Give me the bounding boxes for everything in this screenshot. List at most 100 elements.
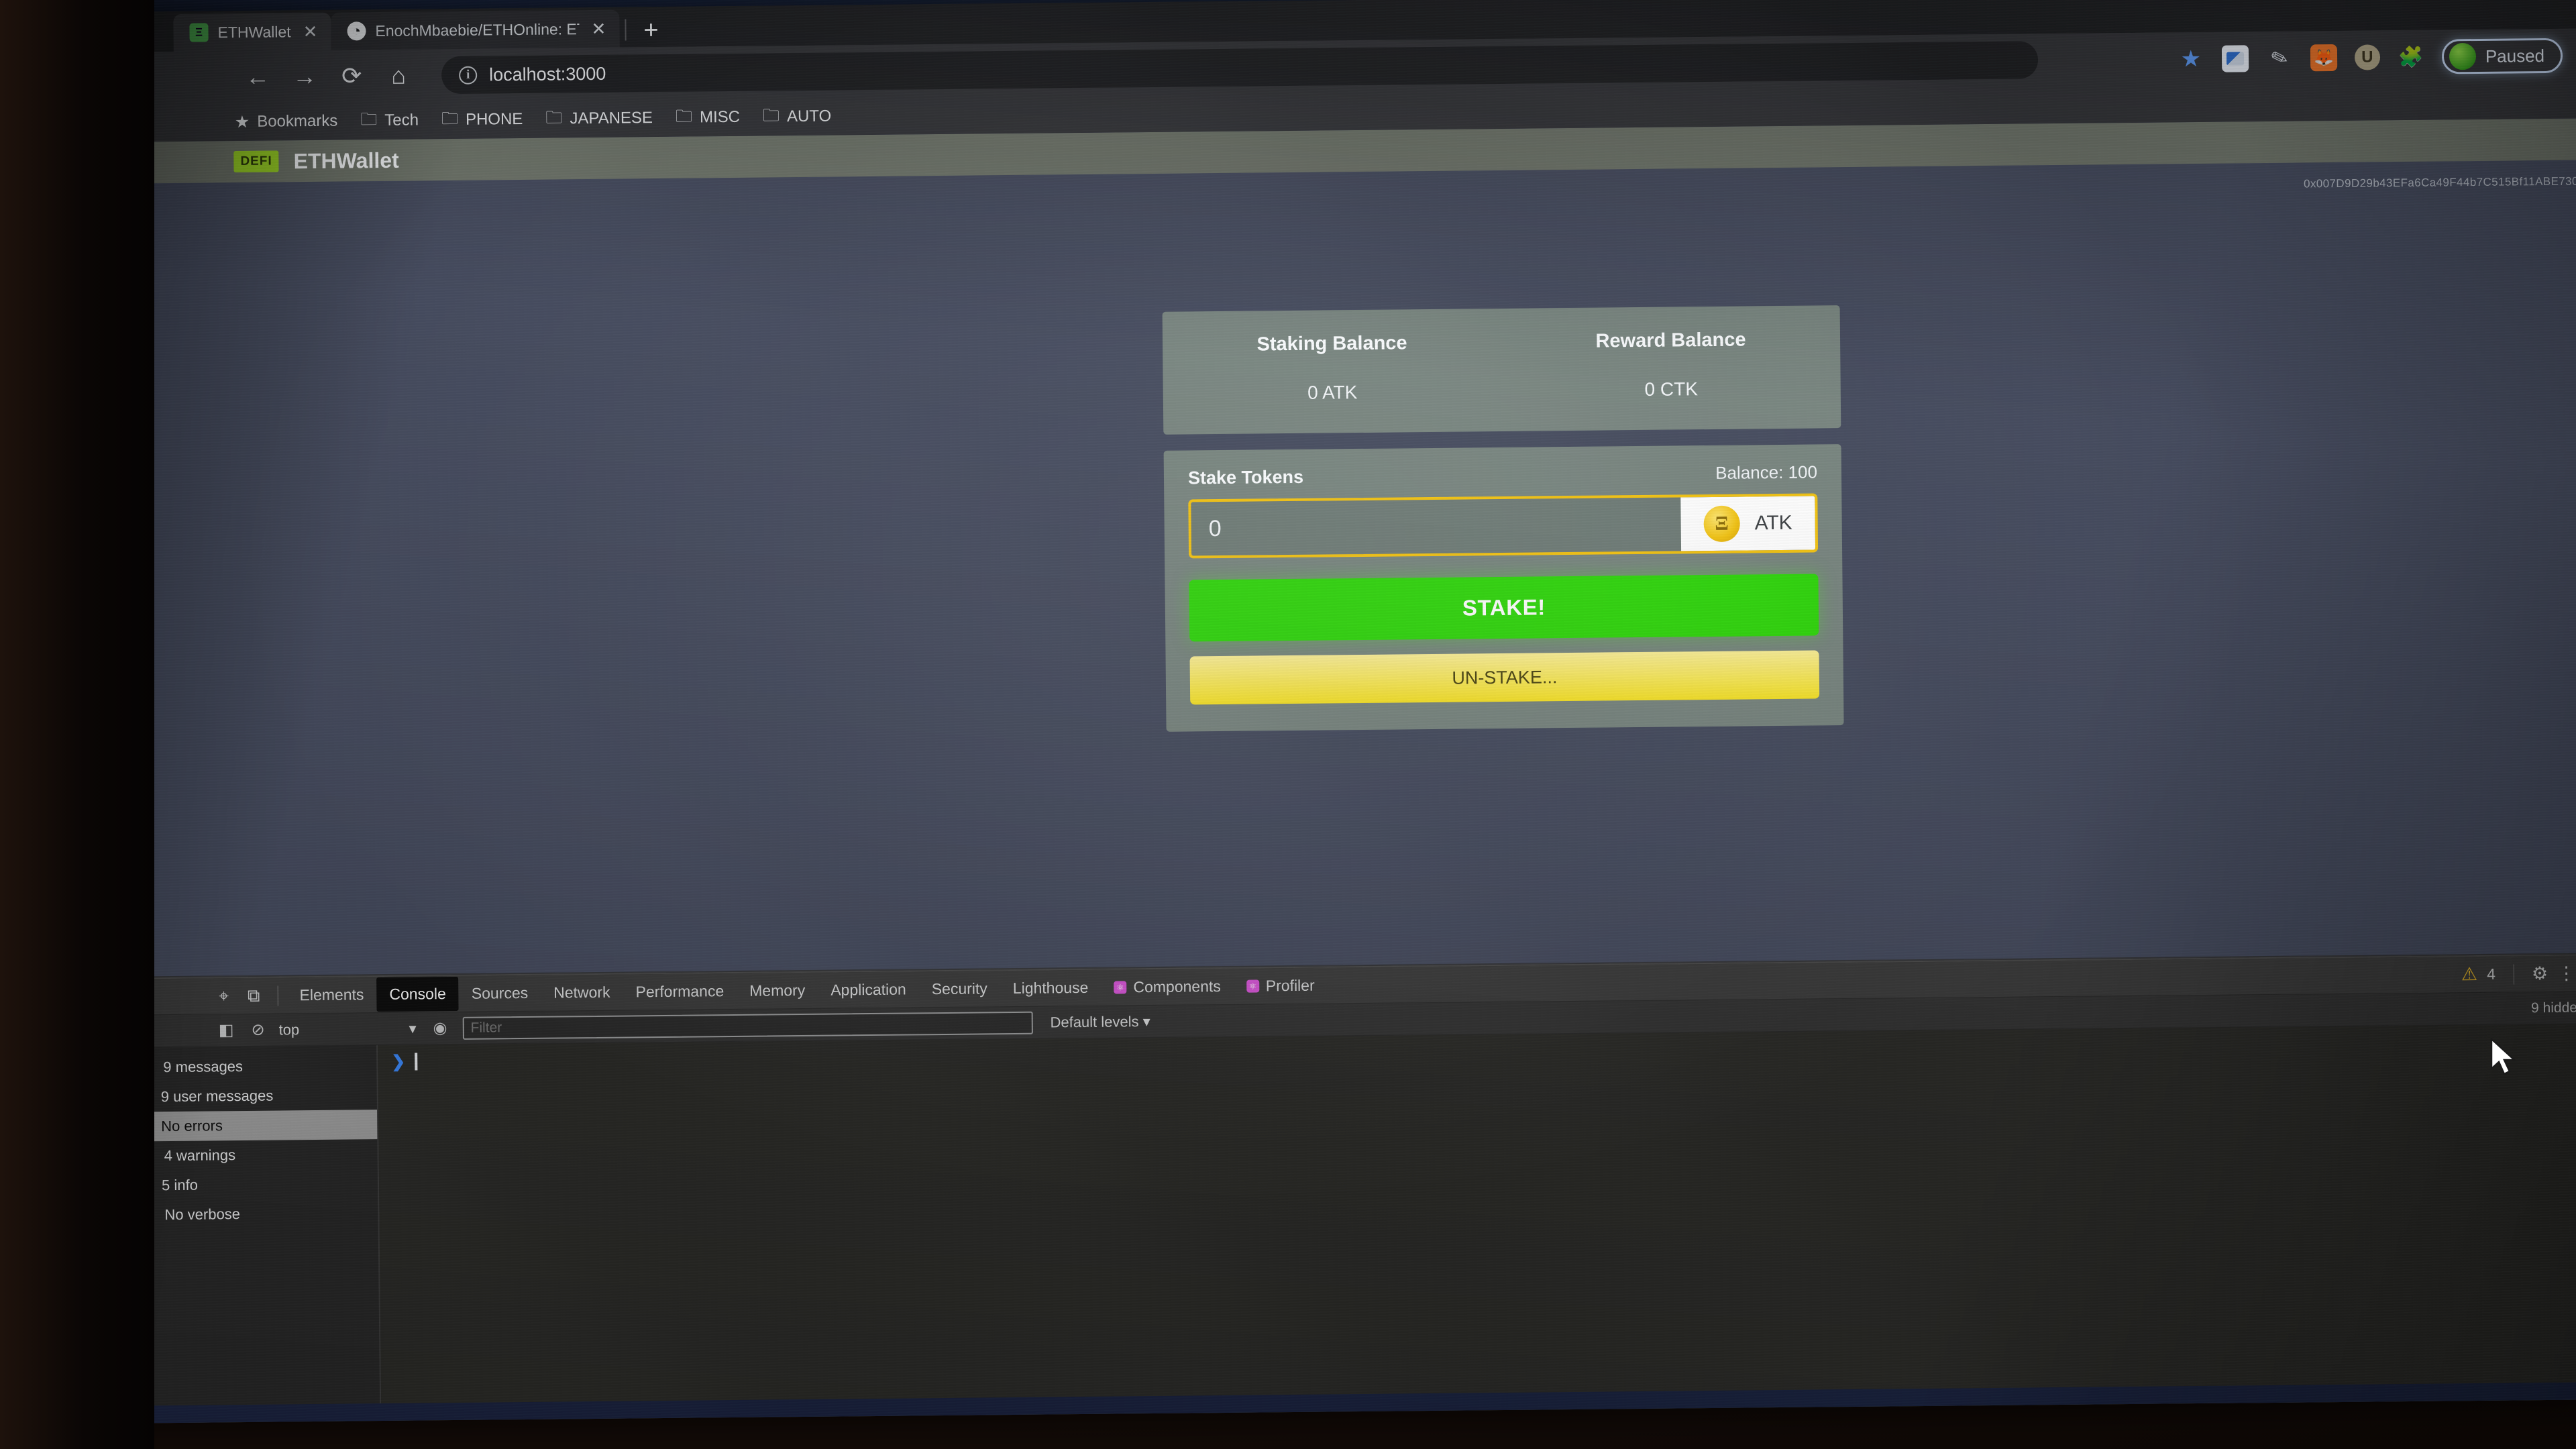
eyedropper-extension-icon[interactable]: ✎ (2263, 41, 2297, 75)
token-symbol-label: ATK (1754, 511, 1792, 535)
bookmark-label: MISC (699, 107, 741, 127)
devtools-divider (277, 985, 279, 1006)
monitor-bezel (0, 0, 154, 1449)
bookmark-label: PHONE (465, 109, 523, 129)
gear-icon[interactable]: ⚙ (2532, 963, 2548, 984)
bookmark-item-auto[interactable]: 🗀 AUTO (763, 102, 832, 131)
close-icon[interactable]: ✕ (588, 18, 608, 39)
sidebar-item-label: 9 user messages (160, 1087, 274, 1106)
console-output[interactable]: ❯ (378, 1024, 2576, 1424)
sidebar-item-label: No verbose (164, 1205, 241, 1224)
tab-network[interactable]: Network (541, 975, 623, 1010)
execution-context-value: top (278, 1020, 300, 1038)
metamask-extension-icon[interactable]: 🦊 (2310, 44, 2338, 72)
more-options-icon[interactable]: ⋮ (2557, 963, 2576, 984)
ublock-extension-icon[interactable]: U (2354, 44, 2381, 70)
folder-icon: 🗀 (675, 107, 693, 126)
tab-lighthouse[interactable]: Lighthouse (1000, 971, 1102, 1006)
log-levels-value: Default levels (1050, 1012, 1139, 1030)
log-levels-select[interactable]: Default levels ▾ (1039, 1013, 1150, 1032)
star-icon: ★ (234, 112, 250, 132)
execution-context-select[interactable]: top ▾ (273, 1020, 424, 1038)
staking-balance-value: 0 ATK (1307, 382, 1358, 403)
bookmark-item-tech[interactable]: 🗀 Tech (360, 106, 419, 136)
bookmark-label: AUTO (786, 107, 832, 126)
page-viewport: DEFI ETHWallet 0x007D9D29b43EFa6Ca49F44b… (101, 118, 2576, 977)
atk-token-icon: Ξ (1703, 505, 1740, 543)
back-icon[interactable]: ← (244, 63, 271, 91)
bookmark-item-misc[interactable]: 🗀 MISC (676, 103, 740, 132)
device-toolbar-icon[interactable]: ⧉ (238, 985, 270, 1006)
browser-toolbar-right: ★ ✎ 🦊 U 🧩 Paused (2178, 38, 2563, 77)
bookmark-item-bookmarks[interactable]: ★ Bookmarks (235, 111, 338, 132)
console-body: ▶ ☰ 9 messages ▶ ☻ 9 user messages ▶ ✕ N… (109, 1024, 2576, 1424)
avatar (2449, 42, 2477, 70)
tab-memory[interactable]: Memory (737, 973, 818, 1008)
stake-amount-row: Ξ ATK (1188, 493, 1819, 559)
address-bar-url: localhost:3000 (489, 63, 606, 85)
bookmark-label: JAPANESE (570, 109, 653, 128)
warning-icon[interactable]: ⚠ (2461, 964, 2478, 985)
sidebar-item-label: No errors (161, 1117, 223, 1135)
screen-photo: — ≡ ⧉ ⌁ ⏱ 11:07:00 AM ⌕ ◉ ☰ Ξ ETHWallet … (0, 0, 2576, 1449)
react-badge-icon: ⚛ (1114, 981, 1127, 994)
tab-application[interactable]: Application (818, 972, 919, 1007)
chevron-down-icon: ▾ (409, 1020, 417, 1037)
folder-icon: 🗀 (762, 105, 780, 125)
console-sidebar-toggle-icon[interactable]: ◧ (210, 1020, 243, 1040)
tab-profiler[interactable]: ⚛ Profiler (1234, 968, 1328, 1003)
console-filter-input[interactable] (462, 1011, 1033, 1040)
clear-console-icon[interactable]: ⊘ (242, 1020, 273, 1040)
home-icon[interactable]: ⌂ (385, 62, 412, 89)
new-tab-button[interactable]: + (631, 16, 671, 48)
wallet-balance-label: Balance: 100 (1715, 462, 1818, 483)
sidebar-item-label: 5 info (161, 1176, 198, 1194)
screenshot-extension-icon[interactable] (2221, 45, 2249, 72)
sidebar-item-label: 9 messages (163, 1058, 244, 1076)
bookmark-label: Tech (384, 111, 419, 129)
live-expression-eye-icon[interactable]: ◉ (424, 1018, 455, 1038)
chevron-down-icon: ▾ (1142, 1012, 1150, 1030)
tab-profiler-label: Profiler (1265, 976, 1315, 995)
staking-balance-label: Staking Balance (1256, 332, 1407, 356)
unstake-button[interactable]: UN-STAKE... (1189, 650, 1820, 705)
reward-balance-block: Reward Balance 0 CTK (1501, 328, 1841, 402)
github-icon: ◔ (347, 21, 366, 41)
console-prompt-chevron-icon: ❯ (391, 1052, 406, 1071)
stake-button[interactable]: STAKE! (1189, 574, 1819, 642)
wallet-address: 0x007D9D29b43EFa6Ca49F44b7C515Bf11ABE730 (2303, 174, 2576, 191)
tab-sources[interactable]: Sources (459, 976, 541, 1011)
stake-amount-input[interactable] (1191, 497, 1682, 556)
browser-tab-ethwallet[interactable]: Ξ ETHWallet ✕ (173, 12, 331, 52)
tab-components[interactable]: ⚛ Components (1101, 969, 1234, 1005)
devtools-panel: ⌖ ⧉ Elements Console Sources Network Per… (109, 954, 2576, 1424)
bookmark-star-icon[interactable]: ★ (2178, 46, 2204, 72)
tab-performance[interactable]: Performance (623, 974, 737, 1010)
text-cursor (415, 1053, 418, 1071)
monitor-screen: — ≡ ⧉ ⌁ ⏱ 11:07:00 AM ⌕ ◉ ☰ Ξ ETHWallet … (99, 0, 2576, 1424)
tab-components-label: Components (1133, 977, 1221, 996)
wallet-green-icon: Ξ (189, 23, 209, 42)
profile-paused-button[interactable]: Paused (2441, 38, 2563, 74)
tab-security[interactable]: Security (919, 971, 1001, 1006)
site-info-icon[interactable]: i (459, 66, 478, 85)
tab-console[interactable]: Console (376, 976, 460, 1012)
close-icon[interactable]: ✕ (300, 21, 320, 42)
stake-form-header: Stake Tokens Balance: 100 (1188, 462, 1817, 488)
bookmark-item-phone[interactable]: 🗀 PHONE (441, 105, 523, 134)
tab-elements[interactable]: Elements (286, 977, 376, 1012)
token-selector[interactable]: Ξ ATK (1680, 496, 1816, 551)
reload-icon[interactable]: ⟳ (338, 62, 365, 89)
bookmark-label: Bookmarks (257, 111, 338, 131)
extensions-puzzle-icon[interactable]: 🧩 (2398, 44, 2424, 70)
browser-tab-github[interactable]: ◔ EnochMbaebie/ETHOnline: ETH ✕ (331, 9, 620, 50)
folder-icon: 🗀 (545, 107, 563, 127)
browser-tab-title: EnochMbaebie/ETHOnline: ETH (375, 19, 580, 40)
sidebar-item-label: 4 warnings (164, 1146, 236, 1165)
forward-icon[interactable]: → (291, 62, 318, 90)
bookmark-item-japanese[interactable]: 🗀 JAPANESE (545, 104, 653, 134)
inspect-element-icon[interactable]: ⌖ (209, 985, 238, 1007)
profile-status-label: Paused (2485, 45, 2545, 66)
address-bar[interactable]: i localhost:3000 (441, 41, 2039, 95)
hidden-messages-note: 9 hidden (2530, 999, 2576, 1016)
